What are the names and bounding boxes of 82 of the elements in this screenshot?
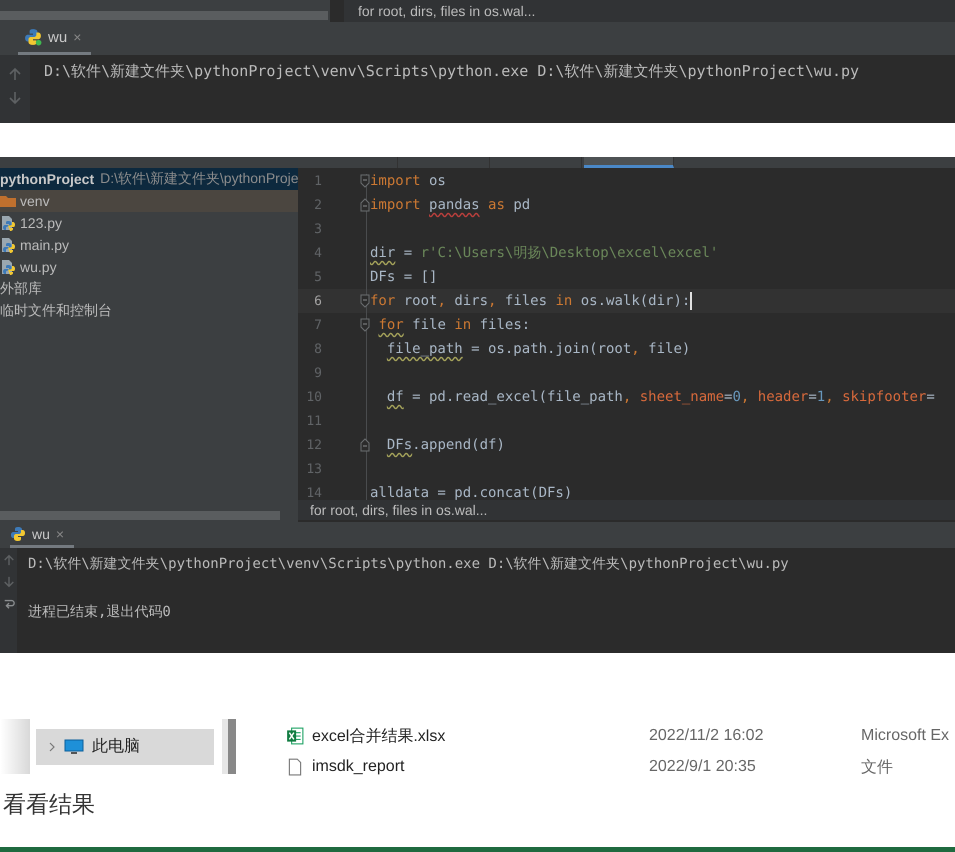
tree-item-label: 临时文件和控制台 [0, 302, 112, 320]
line-number: 2 [313, 198, 322, 212]
wrap-icon[interactable] [2, 598, 14, 610]
pane-edge [0, 719, 30, 774]
caption-text: 看看结果 [3, 790, 96, 819]
file-name: imsdk_report [312, 758, 404, 776]
code-line: df = pd.read_excel(file_path, sheet_name=0, header=1, skipfooter= [386, 389, 935, 405]
project-name: pythonProject [0, 171, 94, 187]
down-arrow-icon[interactable] [8, 91, 22, 105]
console-line: D:\软件\新建文件夹\pythonProject\venv\Scripts\python.exe D:\软件\新建文件夹\pythonProject\wu.py [28, 555, 789, 574]
tree-item-label: wu.py [20, 259, 57, 275]
tree-item-label: 123.py [20, 215, 62, 231]
tab-label: wu [32, 526, 50, 542]
line-number: 11 [305, 414, 322, 428]
fold-marker-icon[interactable] [360, 318, 370, 332]
chevron-icon[interactable] [48, 740, 56, 752]
project-root-row[interactable]: pythonProject D:\软件\新建文件夹\pythonProje [0, 168, 298, 190]
code-line: for root, dirs, files in os.walk(dir): [370, 292, 692, 310]
fold-marker-icon[interactable] [360, 294, 370, 308]
python-icon [10, 526, 26, 542]
down-arrow-icon[interactable] [2, 576, 14, 588]
line-number: 8 [313, 342, 322, 356]
python-icon [24, 28, 42, 46]
code-line: dir = r'C:\Users\明扬\Desktop\excel\excel' [370, 244, 718, 262]
tree-item[interactable]: wu.py [0, 256, 298, 278]
tree-item[interactable]: 外部库 [0, 278, 298, 300]
code-line: file_path = os.path.join(root, file) [386, 341, 690, 357]
console-line: D:\软件\新建文件夹\pythonProject\venv\Scripts\python.exe D:\软件\新建文件夹\pythonProject\wu.py [44, 61, 860, 81]
breadcrumb[interactable]: for root, dirs, files in os.wal... [358, 3, 536, 19]
file-row[interactable]: excel合并结果.xlsx 2022/11/2 16:02 Microsoft Ex [286, 717, 955, 755]
tree-item-label: main.py [20, 237, 70, 253]
line-number: 12 [305, 438, 322, 452]
code-line: DFs = [] [370, 269, 438, 285]
fold-marker-icon[interactable] [360, 438, 370, 452]
fold-marker-icon[interactable] [360, 174, 370, 188]
up-arrow-icon[interactable] [2, 554, 14, 566]
line-number: 1 [313, 174, 322, 188]
console-line: 进程已结束,退出代码0 [28, 603, 172, 622]
python-file-icon [0, 237, 16, 253]
monitor-icon [64, 738, 84, 754]
scrollbar-thumb[interactable] [222, 719, 236, 774]
code-line: import os [370, 173, 446, 189]
python-file-icon [0, 215, 16, 231]
text-cursor [690, 292, 692, 310]
line-number: 3 [313, 222, 322, 236]
tree-item[interactable]: venv [0, 190, 298, 212]
tree-item[interactable]: 123.py [0, 212, 298, 234]
editor-tab[interactable] [584, 157, 674, 168]
nav-item-label: 此电脑 [92, 736, 140, 757]
file-name: excel合并结果.xlsx [312, 726, 446, 746]
file-type: 文件 [861, 758, 893, 778]
file-date: 2022/11/2 16:02 [649, 727, 764, 745]
line-number: 10 [305, 390, 322, 404]
file-type: Microsoft Ex [861, 727, 950, 745]
line-number: 7 [313, 318, 322, 332]
line-number: 6 [313, 294, 322, 308]
nav-item[interactable]: 此电脑 [36, 728, 214, 764]
tree-item[interactable]: main.py [0, 234, 298, 256]
tree-item[interactable]: 临时文件和控制台 [0, 300, 298, 322]
line-number: 13 [305, 462, 322, 476]
file-icon [286, 758, 304, 776]
code-line: DFs.append(df) [386, 437, 505, 453]
file-date: 2022/9/1 20:35 [649, 758, 757, 776]
python-file-icon [0, 259, 16, 275]
tab-label: wu [48, 28, 68, 46]
line-number: 14 [305, 486, 322, 500]
line-number: 9 [313, 366, 322, 380]
project-path: D:\软件\新建文件夹\pythonProje [100, 170, 298, 188]
code-line: for file in files: [377, 317, 530, 333]
spreadsheet-icon [286, 727, 304, 745]
breadcrumb[interactable]: for root, dirs, files in os.wal... [310, 502, 488, 518]
folder-icon [0, 193, 16, 209]
fold-marker-icon[interactable] [360, 198, 370, 212]
tree-item-label: venv [20, 193, 50, 209]
scrollbar-thumb[interactable] [0, 11, 328, 20]
tree-item-label: 外部库 [0, 280, 42, 298]
file-row[interactable]: imsdk_report 2022/9/1 20:35 文件 [286, 755, 955, 779]
up-arrow-icon[interactable] [8, 67, 22, 81]
line-number: 4 [313, 246, 322, 260]
line-number: 5 [313, 270, 322, 284]
code-line: alldata = pd.concat(DFs) [370, 485, 572, 500]
code-line: import pandas as pd [370, 197, 530, 213]
